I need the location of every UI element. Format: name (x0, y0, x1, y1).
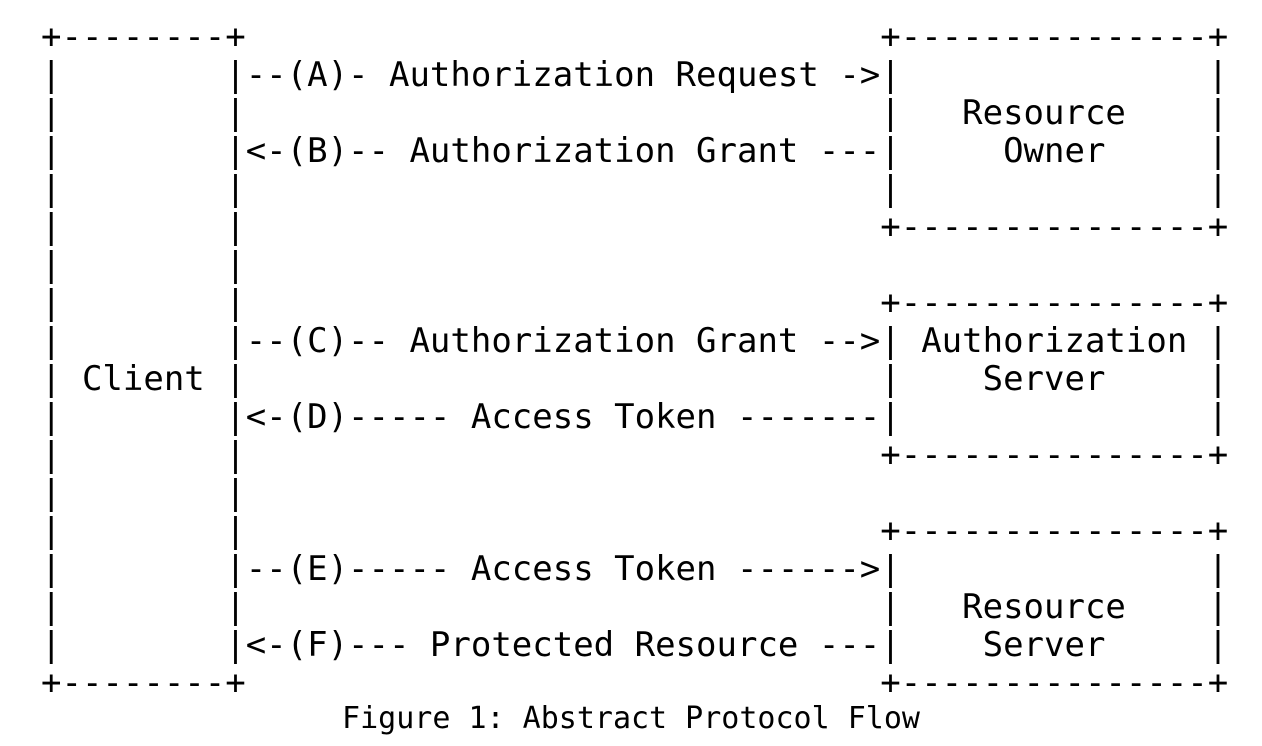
diagram-row: +--------+ +---------------+ (41, 663, 1229, 703)
diagram-row: | |--(C)-- Authorization Grant -->| Auth… (41, 321, 1229, 361)
diagram-row: | Client | | Server | (41, 359, 1229, 399)
diagram-row: | | | Resource | (41, 93, 1229, 133)
diagram-row: | | (41, 473, 246, 513)
diagram-row: +--------+ +---------------+ (41, 17, 1229, 57)
diagram-row: | |<-(B)-- Authorization Grant ---| Owne… (41, 131, 1229, 171)
diagram-row: | |--(E)----- Access Token ------>| | (41, 549, 1229, 589)
diagram-row: | | +---------------+ (41, 283, 1229, 323)
diagram-row: | | (41, 245, 246, 285)
diagram-row: | |<-(F)--- Protected Resource ---| Serv… (41, 625, 1229, 665)
diagram-row: | | | Resource | (41, 587, 1229, 627)
diagram-row: | | +---------------+ (41, 435, 1229, 475)
ascii-diagram: +--------+ +---------------+ | |--(A)- Au… (0, 18, 1262, 702)
diagram-row: | |--(A)- Authorization Request ->| | (41, 55, 1229, 95)
abstract-protocol-flow-figure: +--------+ +---------------+ | |--(A)- Au… (0, 0, 1262, 746)
diagram-row: | |<-(D)----- Access Token -------| | (41, 397, 1229, 437)
diagram-row: | | +---------------+ (41, 511, 1229, 551)
diagram-row: | | +---------------+ (41, 207, 1229, 247)
diagram-row: | | | | (41, 169, 1229, 209)
figure-caption: Figure 1: Abstract Protocol Flow (342, 701, 920, 736)
